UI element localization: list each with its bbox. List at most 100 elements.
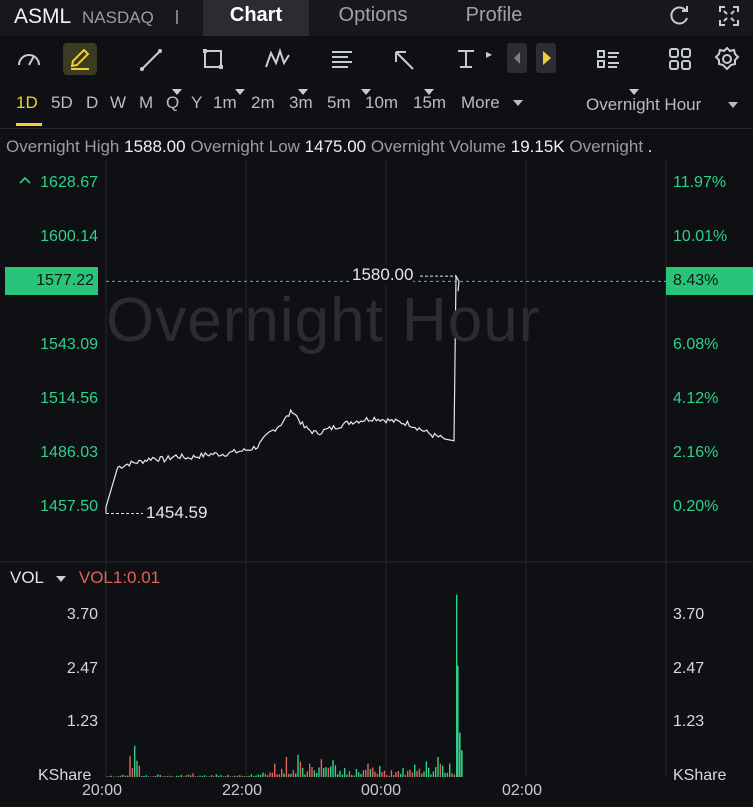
current-pct-tag: 8.43% — [666, 267, 753, 295]
volume-bar — [416, 770, 418, 777]
price-axis-label: 1543.09 — [40, 335, 98, 353]
volume-bar — [239, 775, 241, 777]
volume-bar — [285, 757, 288, 777]
volume-bar — [157, 774, 159, 777]
volume-bar — [402, 768, 404, 777]
volume-bar — [159, 775, 162, 777]
volume-bar — [264, 773, 267, 777]
session-high-note: 1580.00 — [352, 265, 414, 285]
price-chart[interactable] — [0, 0, 753, 807]
session-watermark: Overnight Hour — [106, 286, 541, 355]
volume-bar — [143, 776, 145, 777]
volume-bar — [215, 774, 218, 777]
volume-axis-left-3: 3.70 — [66, 606, 98, 623]
volume-bar — [199, 775, 201, 777]
volume-bar — [400, 773, 402, 777]
volume-bar — [313, 770, 316, 777]
volume-bar — [145, 775, 148, 777]
volume-bar — [141, 776, 143, 777]
time-label-0000: 00:00 — [361, 782, 402, 799]
volume-axis-right-1: 1.23 — [673, 713, 705, 730]
volume-bar — [108, 776, 110, 777]
volume-bar — [127, 775, 129, 777]
volume-bar — [320, 759, 323, 777]
volume-indicator-name[interactable]: VOL — [10, 568, 43, 587]
volume-bar — [437, 757, 439, 777]
price-axis-label: 1514.56 — [40, 389, 98, 407]
price-axis-label: 1628.67 — [40, 174, 98, 191]
volume-bar — [269, 772, 271, 777]
volume-bar — [164, 776, 166, 777]
volume-bar — [274, 763, 276, 777]
volume-bar — [297, 754, 299, 777]
volume-bar — [162, 776, 164, 777]
volume-bar — [155, 775, 157, 777]
volume-bar — [386, 775, 388, 777]
volume-bar — [383, 770, 386, 777]
volume-bar — [323, 768, 325, 777]
volume-bar — [418, 768, 421, 777]
volume-bar — [115, 776, 117, 777]
volume-bar — [180, 774, 183, 777]
volume-bar — [330, 766, 332, 777]
volume-bar — [404, 774, 407, 777]
volume-bar — [311, 767, 313, 777]
volume-bar — [309, 763, 311, 777]
volume-bar — [129, 756, 131, 777]
volume-bar — [134, 745, 136, 777]
percent-axis-label: 11.97% — [673, 174, 727, 191]
volume-bar — [257, 774, 260, 777]
time-label-2200: 22:00 — [222, 782, 263, 799]
volume-bar — [281, 768, 283, 777]
volume-bar — [395, 772, 397, 777]
volume-axis-left-1: 1.23 — [66, 713, 98, 730]
volume-bar — [397, 771, 400, 777]
volume-bar — [248, 775, 250, 777]
volume-bar — [306, 771, 309, 777]
volume-bar — [425, 761, 428, 777]
volume-bar — [362, 770, 365, 777]
volume-bar — [206, 776, 208, 777]
volume-bar — [271, 772, 274, 777]
volume-bar — [388, 775, 390, 777]
volume-bar — [290, 773, 292, 777]
volume-bar — [201, 776, 204, 777]
volume-dropdown-icon[interactable] — [56, 575, 67, 582]
volume-bar — [255, 775, 257, 777]
volume-bar — [171, 776, 173, 777]
volume-bar — [225, 775, 227, 777]
volume-bar — [332, 760, 334, 777]
volume-bar — [106, 776, 108, 777]
volume-bar — [124, 775, 127, 777]
volume-bar — [355, 769, 358, 777]
volume-bar — [444, 772, 446, 777]
volume-bar — [379, 765, 381, 777]
volume-bar — [213, 776, 215, 777]
volume-bar — [353, 775, 355, 777]
volume-bar — [120, 775, 122, 777]
volume-bar — [262, 772, 264, 777]
volume-bar — [152, 776, 155, 777]
volume-bar — [414, 764, 416, 777]
volume-bar — [218, 775, 220, 777]
volume-bar — [185, 775, 187, 777]
volume-bar — [369, 769, 372, 777]
volume-bar — [457, 665, 459, 777]
volume-bar — [446, 772, 449, 777]
volume-bar — [365, 769, 367, 777]
volume-bar — [334, 765, 337, 777]
volume-bar — [122, 774, 124, 777]
volume-bar — [339, 770, 341, 777]
volume-bar — [346, 774, 348, 777]
volume-bar — [208, 776, 211, 777]
volume-bar — [376, 773, 379, 777]
volume-bar — [367, 763, 369, 777]
volume-bar — [222, 776, 225, 777]
volume-bar — [138, 765, 141, 777]
current-price-tag: 1577.22 — [5, 267, 98, 295]
volume-bar — [178, 775, 180, 777]
volume-bar — [187, 774, 190, 777]
price-axis-label: 1486.03 — [40, 443, 98, 461]
time-label-0200: 02:00 — [502, 782, 543, 799]
volume-bar — [304, 774, 306, 777]
